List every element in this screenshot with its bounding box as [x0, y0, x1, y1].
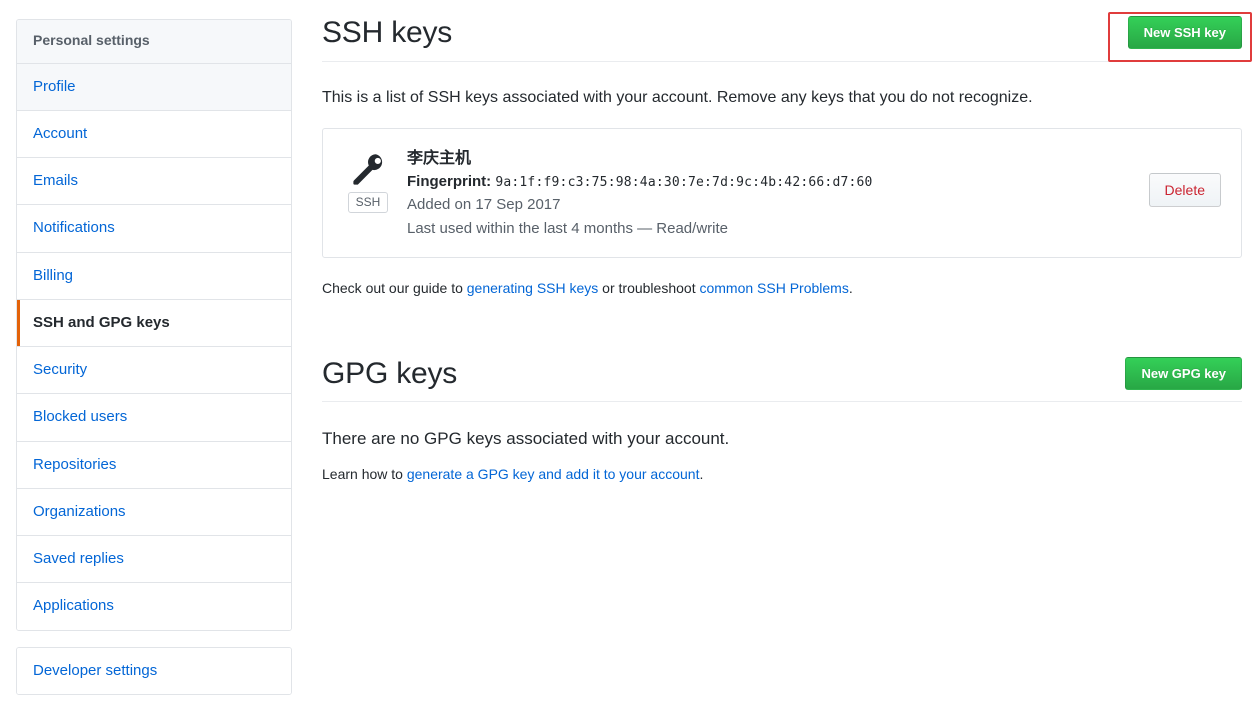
- ssh-key-added-on: Added on 17 Sep 2017: [407, 195, 561, 213]
- ssh-key-name: 李庆主机: [407, 149, 472, 167]
- ssh-key-actions: Delete: [1148, 145, 1225, 207]
- sidebar-item-label: Organizations: [33, 502, 126, 520]
- ssh-key-details: 李庆主机 Fingerprint: 9a:1f:f9:c3:75:98:4a:3…: [397, 145, 1149, 241]
- guide-middle-text: or troubleshoot: [598, 279, 700, 296]
- sidebar-item-developer-settings[interactable]: Developer settings: [17, 647, 291, 694]
- ssh-key-icon-column: SSH: [339, 145, 397, 214]
- sidebar-item-label: Profile: [33, 77, 76, 95]
- ssh-key-list-item: SSH 李庆主机 Fingerprint: 9a:1f:f9:c3:75:98:…: [322, 127, 1242, 258]
- sidebar-item-ssh-and-gpg-keys[interactable]: SSH and GPG keys: [17, 299, 291, 348]
- gpg-learn-note: Learn how to generate a GPG key and add …: [322, 464, 1242, 485]
- ssh-keys-section-header: SSH keys New SSH key: [322, 14, 1242, 62]
- sidebar-item-label: Emails: [33, 172, 79, 190]
- key-icon: [350, 151, 386, 187]
- sidebar-item-organizations[interactable]: Organizations: [17, 488, 291, 537]
- sidebar-item-label: Blocked users: [33, 408, 128, 426]
- learn-suffix-text: .: [699, 465, 704, 482]
- new-ssh-key-button[interactable]: New SSH key: [1127, 16, 1242, 50]
- developer-settings-menu: Developer settings: [16, 646, 292, 695]
- ssh-guide-note: Check out our guide to generating SSH ke…: [322, 278, 1242, 299]
- sidebar-item-label: Repositories: [33, 455, 117, 473]
- sidebar-item-security[interactable]: Security: [17, 347, 291, 395]
- sidebar-item-billing[interactable]: Billing: [17, 252, 291, 300]
- sidebar-item-label: Account: [33, 124, 88, 142]
- ssh-keys-description: This is a list of SSH keys associated wi…: [322, 88, 1033, 106]
- guide-suffix-text: .: [848, 279, 853, 296]
- sidebar-item-label: Saved replies: [33, 550, 124, 568]
- fingerprint-value: 9a:1f:f9:c3:75:98:4a:30:7e:7d:9c:4b:42:6…: [495, 174, 873, 190]
- sidebar-item-repositories[interactable]: Repositories: [17, 441, 291, 489]
- gpg-keys-empty-message: There are no GPG keys associated with yo…: [322, 429, 730, 449]
- sidebar-item-account[interactable]: Account: [17, 110, 291, 159]
- sidebar-item-profile[interactable]: Profile: [17, 63, 291, 111]
- common-ssh-problems-link[interactable]: common SSH Problems: [699, 280, 848, 296]
- sidebar-item-saved-replies[interactable]: Saved replies: [17, 536, 291, 584]
- fingerprint-label: Fingerprint:: [407, 172, 492, 190]
- guide-prefix-text: Check out our guide to: [322, 279, 467, 296]
- gpg-keys-page-title: GPG keys: [322, 356, 458, 390]
- ssh-key-last-used: Last used within the last 4 months — Rea…: [407, 219, 728, 237]
- settings-sidebar: Personal settings Profile Account Emails…: [16, 19, 292, 695]
- sidebar-item-label: Applications: [33, 597, 114, 615]
- personal-settings-menu: Personal settings Profile Account Emails…: [16, 19, 292, 631]
- gpg-keys-section-header: GPG keys New GPG key: [322, 355, 1242, 403]
- ssh-key-fingerprint-row: Fingerprint: 9a:1f:f9:c3:75:98:4a:30:7e:…: [407, 170, 1149, 193]
- sidebar-item-applications[interactable]: Applications: [17, 583, 291, 630]
- sidebar-item-emails[interactable]: Emails: [17, 158, 291, 206]
- sidebar-item-blocked-users[interactable]: Blocked users: [17, 394, 291, 442]
- sidebar-header: Personal settings: [17, 20, 291, 64]
- ssh-key-type-badge: SSH: [347, 191, 389, 214]
- sidebar-item-label: Notifications: [33, 219, 115, 237]
- learn-prefix-text: Learn how to: [322, 465, 407, 482]
- new-gpg-key-button[interactable]: New GPG key: [1125, 357, 1242, 391]
- settings-page: Personal settings Profile Account Emails…: [0, 0, 1257, 707]
- sidebar-item-notifications[interactable]: Notifications: [17, 205, 291, 253]
- sidebar-item-label: Billing: [33, 266, 74, 284]
- generating-ssh-keys-link[interactable]: generating SSH keys: [467, 280, 599, 296]
- generate-gpg-key-link[interactable]: generate a GPG key and add it to your ac…: [407, 466, 700, 482]
- main-content: SSH keys New SSH key This is a list of S…: [322, 0, 1242, 485]
- sidebar-item-label: Security: [33, 361, 88, 379]
- ssh-keys-page-title: SSH keys: [322, 16, 453, 49]
- delete-ssh-key-button[interactable]: Delete: [1148, 172, 1221, 207]
- sidebar-item-label: SSH and GPG keys: [33, 313, 170, 331]
- sidebar-item-label: Developer settings: [33, 661, 158, 679]
